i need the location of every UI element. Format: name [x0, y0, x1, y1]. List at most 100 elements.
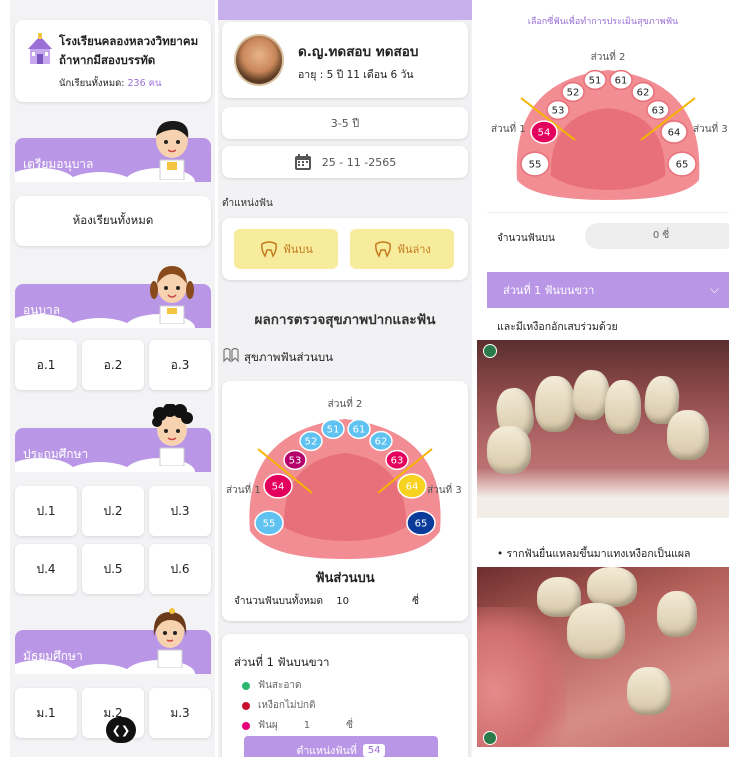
tooth-number: 62	[637, 88, 650, 99]
tooth-number: 61	[353, 425, 366, 436]
lower-teeth-label: ฟันล่าง	[397, 243, 431, 256]
room-m3[interactable]: ม.3	[149, 688, 211, 738]
tooth-54[interactable]: 54	[530, 120, 558, 144]
tooth-position-button[interactable]: ตำแหน่งฟันที่ 54	[244, 736, 438, 757]
room-k1[interactable]: อ.1	[15, 340, 77, 390]
result-title: ผลการตรวจสุขภาพปากและฟัน	[254, 312, 436, 328]
lower-teeth-button[interactable]: ฟันล่าง	[350, 229, 454, 269]
patient-card[interactable]: ด.ญ.ทดสอบ ทดสอบ อายุ : 5 ปี 11 เดือน 6 ว…	[222, 22, 468, 98]
room-label: อ.2	[103, 357, 123, 372]
tooth-51[interactable]: 51	[321, 418, 345, 440]
age-range-field[interactable]: 3-5 ปี	[222, 107, 468, 139]
tooth-number: 63	[391, 456, 404, 467]
curly-boy-avatar-icon	[152, 404, 193, 466]
tooth-53[interactable]: 53	[283, 449, 307, 471]
header-bar	[218, 0, 472, 20]
school-name: โรงเรียนคลองหลวงวิทยาคม ถ้าหากมีสองบรรทั…	[59, 32, 198, 70]
tooth-number: 65	[676, 160, 689, 171]
girl-avatar-icon	[150, 266, 194, 324]
tooth-64[interactable]: 64	[397, 473, 427, 499]
upper-count-value: 10	[336, 596, 349, 607]
room-p4[interactable]: ป.4	[15, 544, 77, 594]
prev-next-arrows-icon[interactable]: ❮❯	[106, 717, 136, 743]
magenta-dot-icon	[242, 721, 250, 730]
room-p5[interactable]: ป.5	[82, 544, 144, 594]
tooth-position-label: ตำแหน่งฟัน	[222, 198, 273, 209]
tooth-54[interactable]: 54	[263, 473, 293, 499]
legend-clean: ฟันสะอาด	[242, 678, 302, 693]
upper-section-title: ฟันส่วนบน	[315, 571, 375, 586]
tooth-61[interactable]: 61	[609, 69, 633, 91]
school-card[interactable]: โรงเรียนคลองหลวงวิทยาคม ถ้าหากมีสองบรรทั…	[15, 20, 211, 102]
green-dot-icon	[242, 681, 250, 690]
health-section-title: สุขภาพฟันส่วนบน	[244, 350, 334, 364]
legend-decay-unit: ซี่	[346, 720, 353, 731]
top-hint: เลือกซี่ฟันเพื่อทำการประเมินสุขภาพฟัน	[527, 17, 679, 27]
room-p1[interactable]: ป.1	[15, 486, 77, 536]
tooth-62[interactable]: 62	[369, 430, 393, 452]
room-p3[interactable]: ป.3	[149, 486, 211, 536]
school-building-icon	[28, 33, 52, 64]
tooth-62[interactable]: 62	[631, 81, 655, 103]
tooth-number: 61	[615, 76, 628, 87]
selectable-teeth-chart: 51 61 52 62 53 63 54 64 55 65 ส่วนที่ 2 ส่วนที่ 1…	[491, 49, 728, 200]
all-rooms-button[interactable]: ห้องเรียนทั้งหมด	[15, 196, 211, 246]
tooth-number: 53	[552, 106, 565, 117]
room-label: ม.3	[170, 705, 190, 720]
upper-teeth-button[interactable]: ฟันบน	[234, 229, 338, 269]
tooth-number: 51	[327, 425, 340, 436]
note-gum-inflammation: และมีเหงือกอักเสบร่วมด้วย	[497, 321, 618, 333]
room-p2[interactable]: ป.2	[82, 486, 144, 536]
tooth-63[interactable]: 63	[646, 99, 670, 121]
room-m1[interactable]: ม.1	[15, 688, 77, 738]
tooth-number: 54	[538, 128, 551, 139]
tooth-65[interactable]: 65	[406, 510, 436, 536]
calendar-icon	[294, 154, 311, 170]
tooth-52[interactable]: 52	[561, 81, 585, 103]
legend-gum: เหงือกไม่ปกติ	[242, 698, 315, 713]
room-k3[interactable]: อ.3	[149, 340, 211, 390]
room-k2[interactable]: อ.2	[82, 340, 144, 390]
room-label: ป.6	[170, 561, 190, 576]
upper-teeth-chart: 51 61 52 62 53 63 54 64 55 65 ส่วนที่ 2 ส่วนที่ 1…	[226, 396, 462, 559]
room-label: ป.4	[36, 561, 56, 576]
legend-gum-label: เหงือกไม่ปกติ	[258, 700, 316, 711]
section-1-label: ส่วนที่ 1	[491, 121, 526, 135]
tooth-55[interactable]: 55	[254, 510, 284, 536]
tooth-61[interactable]: 61	[347, 418, 371, 440]
tooth-52[interactable]: 52	[299, 430, 323, 452]
room-label: ป.2	[103, 503, 123, 518]
legend-clean-label: ฟันสะอาด	[258, 680, 302, 691]
section1-accordion[interactable]: ส่วนที่ 1 ฟันบนขวา ⌵	[487, 272, 729, 308]
tooth-65[interactable]: 65	[667, 151, 697, 177]
section1-title: ส่วนที่ 1 ฟันบนขวา	[234, 655, 330, 669]
tooth-number: 62	[375, 437, 388, 448]
tooth-63[interactable]: 63	[385, 449, 409, 471]
tooth-64[interactable]: 64	[660, 120, 688, 144]
room-p6[interactable]: ป.6	[149, 544, 211, 594]
student-count: นักเรียนทั้งหมด: 236 คน	[59, 76, 162, 91]
tooth-number: 55	[529, 160, 542, 171]
student-count-value: 236 คน	[127, 78, 162, 89]
tooth-icon	[375, 241, 392, 258]
section-1-label: ส่วนที่ 1	[226, 482, 261, 496]
section-2-label: ส่วนที่ 2	[328, 396, 363, 410]
tooth-53[interactable]: 53	[546, 99, 570, 121]
count-input[interactable]: 0 ซี่	[585, 223, 729, 249]
room-label: อ.1	[36, 357, 56, 372]
date-field[interactable]: 25 - 11 -2565	[222, 146, 468, 178]
patient-panel: ด.ญ.ทดสอบ ทดสอบ อายุ : 5 ปี 11 เดือน 6 ว…	[218, 0, 472, 757]
tooth-55[interactable]: 55	[520, 151, 550, 177]
accordion-title: ส่วนที่ 1 ฟันบนขวา	[503, 284, 595, 297]
tooth-number: 51	[589, 76, 602, 87]
section1-card: ส่วนที่ 1 ฟันบนขวา ฟันสะอาด เหงือกไม่ปกต…	[222, 634, 468, 757]
gum-inflammation-photo	[477, 340, 729, 518]
tooth-51[interactable]: 51	[583, 69, 607, 91]
section-3-label: ส่วนที่ 3	[693, 121, 728, 135]
tooth-number: 53	[289, 456, 302, 467]
tooth-number: 55	[263, 519, 276, 530]
section-3-label: ส่วนที่ 3	[427, 482, 462, 496]
red-dot-icon	[242, 701, 250, 710]
school-name-line2: ถ้าหากมีสองบรรทัด	[59, 53, 156, 67]
teen-girl-avatar-icon	[153, 608, 187, 668]
